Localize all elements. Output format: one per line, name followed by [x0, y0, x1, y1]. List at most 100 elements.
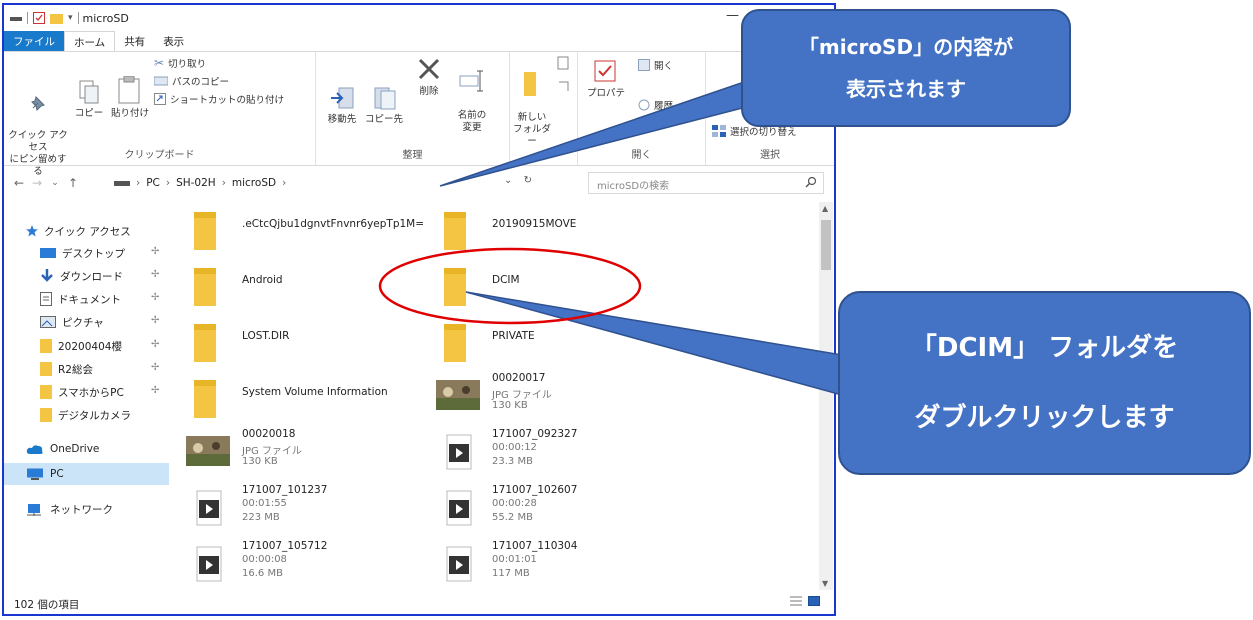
pin-icon[interactable]: ✢	[151, 339, 159, 350]
address-bar[interactable]: › PC › SH-02H › microSD ›	[108, 172, 568, 194]
breadcrumb-separator-icon: ›	[136, 177, 141, 189]
file-item[interactable]: 171007_101237 00:01:55 223 MB	[182, 482, 422, 538]
delete-icon	[418, 58, 440, 80]
copy-to-button[interactable]: コピー先	[364, 86, 404, 126]
search-icon	[805, 176, 817, 188]
pin-icon[interactable]: ✢	[151, 385, 159, 396]
folder-item[interactable]: .eCtcQjbu1dgnvtFnvnr6yepTp1M=	[182, 202, 424, 258]
rename-button[interactable]: 名前の 変更	[452, 56, 492, 134]
screenshot: ▾ microSD — ファイル ホーム 共有 表示 クイック アクセス にピン…	[0, 0, 1253, 620]
nav-item-3[interactable]: ドキュメント ✢	[4, 288, 169, 310]
file-item[interactable]: 171007_105712 00:00:08 16.6 MB	[182, 538, 422, 594]
nav-item-label: ダウンロード	[60, 270, 123, 283]
vertical-scrollbar[interactable]: ▲ ▼	[819, 202, 833, 590]
properties-button[interactable]: プロパテ	[584, 60, 628, 100]
properties-check-icon[interactable]	[33, 12, 45, 24]
copy-to-icon	[374, 87, 396, 110]
scroll-up-icon[interactable]: ▲	[822, 204, 828, 213]
move-to-button[interactable]: 移動先	[322, 86, 362, 126]
tab-file[interactable]: ファイル	[4, 31, 64, 51]
paste-shortcut-button[interactable]: ショートカットの貼り付け	[154, 92, 284, 106]
history-icon	[638, 99, 650, 111]
nav-item-2[interactable]: ダウンロード ✢	[4, 265, 169, 287]
breadcrumb-pc[interactable]: PC	[146, 177, 160, 189]
delete-label: 削除	[419, 86, 439, 97]
file-item[interactable]: 171007_092327 00:00:12 23.3 MB	[432, 426, 672, 482]
nav-item-7[interactable]: スマホからPC ✢	[4, 381, 169, 403]
callout-top-line2: 表示されます	[845, 77, 966, 101]
paste-button[interactable]: 貼り付け	[106, 76, 154, 120]
nav-item-8[interactable]: デジタルカメラ	[4, 404, 169, 426]
address-dropdown-icon[interactable]: ⌄	[504, 175, 512, 186]
breadcrumb-microsd[interactable]: microSD	[232, 177, 276, 189]
folder-item[interactable]: Android	[182, 258, 422, 314]
refresh-icon[interactable]: ↻	[524, 175, 532, 186]
tab-view[interactable]: 表示	[154, 31, 193, 51]
nav-item-9[interactable]: OneDrive	[4, 438, 169, 460]
folder-item[interactable]: PRIVATE	[432, 314, 672, 370]
file-item[interactable]: 171007_110304 00:01:01 117 MB	[432, 538, 672, 594]
scrollbar-thumb[interactable]	[821, 220, 831, 270]
pin-quick-access-button[interactable]: クイック アクセス にピン留めする	[8, 80, 68, 178]
nav-item-6[interactable]: R2総会 ✢	[4, 358, 169, 380]
delete-button[interactable]: 削除	[412, 56, 446, 98]
move-to-label: 移動先	[327, 114, 357, 125]
nav-item-1[interactable]: デスクトップ ✢	[4, 242, 169, 264]
view-switch	[790, 596, 820, 606]
file-name: 171007_102607	[492, 484, 578, 496]
search-input[interactable]: microSDの検索	[588, 172, 824, 194]
minimize-button[interactable]: —	[726, 8, 739, 23]
title-bar: ▾ microSD —	[4, 5, 834, 31]
recent-dropdown-icon[interactable]: ⌄	[46, 178, 64, 188]
desktop-icon	[40, 247, 56, 259]
scroll-down-icon[interactable]: ▼	[822, 579, 828, 588]
back-button[interactable]: ←	[10, 176, 28, 190]
pin-icon[interactable]: ✢	[151, 269, 159, 280]
breadcrumb-device[interactable]: SH-02H	[176, 177, 216, 189]
folder-icon	[442, 322, 468, 367]
file-meta-line: JPG ファイル	[492, 390, 552, 401]
paste-shortcut-icon	[154, 93, 166, 105]
file-item[interactable]: 171007_102607 00:00:28 55.2 MB	[432, 482, 672, 538]
folder-item[interactable]: System Volume Information	[182, 370, 422, 426]
copy-label: コピー	[74, 108, 104, 119]
up-button[interactable]: ↑	[64, 176, 82, 190]
folder-item[interactable]: LOST.DIR	[182, 314, 422, 370]
copy-path-button[interactable]: パスのコピー	[154, 74, 229, 88]
pin-icon[interactable]: ✢	[151, 246, 159, 257]
open-button[interactable]: 開く	[638, 58, 673, 72]
tab-share[interactable]: 共有	[115, 31, 154, 51]
pin-icon[interactable]: ✢	[151, 315, 159, 326]
file-size: 16.6 MB	[242, 568, 283, 579]
folder-item[interactable]: DCIM	[432, 258, 672, 314]
organize-group: 移動先 コピー先 削除 名前の 変更 整理	[316, 52, 510, 165]
nav-item-4[interactable]: ピクチャ ✢	[4, 311, 169, 333]
file-name: DCIM	[492, 274, 520, 286]
pin-icon[interactable]: ✢	[151, 292, 159, 303]
copy-button[interactable]: コピー	[72, 80, 106, 120]
file-size: 223 MB	[242, 512, 280, 523]
large-icons-view-icon[interactable]	[808, 596, 820, 606]
address-controls: ⌄ ↻	[504, 175, 532, 186]
tab-home[interactable]: ホーム	[64, 31, 116, 51]
pin-icon[interactable]: ✢	[151, 362, 159, 373]
file-item[interactable]: 00020017 JPG ファイル 130 KB	[432, 370, 672, 426]
nav-item-0[interactable]: クイック アクセス	[4, 220, 169, 242]
nav-item-5[interactable]: 20200404櫻 ✢	[4, 335, 169, 357]
easy-access-icon[interactable]	[556, 78, 574, 94]
address-row: ← → ⌄ ↑ › PC › SH-02H › microSD › ⌄ ↻ mi…	[4, 170, 834, 196]
cut-button[interactable]: ✂ 切り取り	[154, 56, 206, 70]
new-folder-icon[interactable]	[50, 13, 63, 24]
forward-button[interactable]: →	[28, 176, 46, 190]
details-view-icon[interactable]	[790, 596, 802, 606]
paste-shortcut-label: ショートカットの貼り付け	[170, 95, 285, 106]
folder-item[interactable]: 20190915MOVE	[432, 202, 672, 258]
file-item[interactable]: 00020018 JPG ファイル 130 KB	[182, 426, 422, 482]
history-button[interactable]: 履歴	[638, 98, 673, 112]
new-folder-button[interactable]: 新しい フォルダー	[512, 58, 552, 148]
customize-dropdown-icon[interactable]: ▾	[68, 13, 73, 23]
nav-item-11[interactable]: ネットワーク	[4, 498, 169, 520]
file-list: .eCtcQjbu1dgnvtFnvnr6yepTp1M= 20190915MOV…	[182, 202, 817, 594]
nav-item-10[interactable]: PC	[4, 463, 169, 485]
new-item-icon[interactable]	[556, 56, 574, 72]
